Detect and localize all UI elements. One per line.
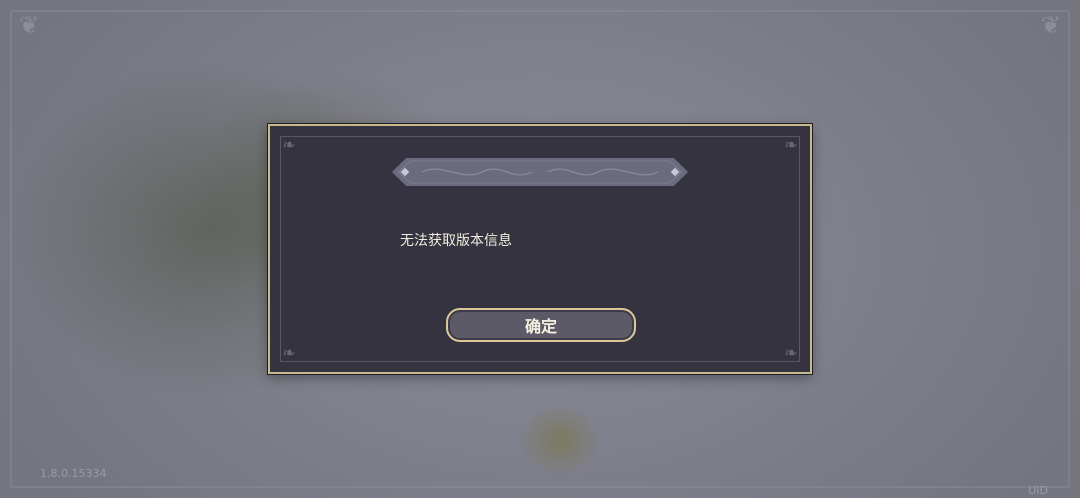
corner-ornament-icon: ❧ (282, 343, 296, 362)
dialog-title-bar (392, 158, 688, 186)
confirm-button-label: 确定 (524, 317, 557, 336)
corner-ornament-icon: ❧ (784, 135, 798, 154)
dialog-message: 无法获取版本信息 (400, 233, 512, 249)
corner-ornament-icon: ❧ (282, 135, 296, 154)
corner-ornament-icon: ❦ (1040, 11, 1062, 39)
uid-label: UID (1028, 484, 1048, 497)
corner-ornament-icon: ❧ (784, 343, 798, 362)
confirm-button[interactable]: 确定 (446, 308, 636, 342)
corner-ornament-icon: ❦ (18, 11, 40, 39)
error-dialog: ❧ ❧ ❧ ❧ 无法获取版本信息 确定 (268, 124, 812, 374)
version-label: 1.8.0.15334 (40, 467, 107, 480)
